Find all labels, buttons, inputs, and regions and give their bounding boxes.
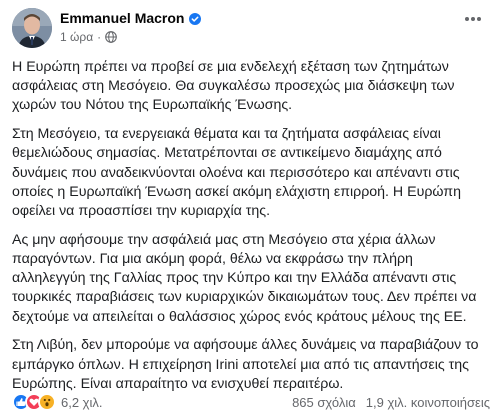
separator-dot: ·: [97, 30, 102, 44]
more-horizontal-icon: [464, 9, 482, 27]
more-options-button[interactable]: [459, 8, 487, 28]
post-paragraph: Στη Λιβύη, δεν μπορούμε να αφήσουμε άλλε…: [12, 337, 479, 392]
wow-icon: [38, 393, 56, 411]
globe-icon[interactable]: [105, 31, 117, 43]
post-header: Emmanuel Macron 1 ώρα ·: [12, 8, 487, 48]
reaction-count[interactable]: 6,2 χιλ.: [61, 395, 103, 410]
engagement-counts: 865 σχόλια 1,9 χιλ. κοινοποιήσεις: [292, 395, 490, 410]
post-paragraph: Στη Μεσόγειο, τα ενεργειακά θέματα και τ…: [12, 126, 461, 220]
post-meta: 1 ώρα ·: [60, 30, 117, 44]
shares-count[interactable]: 1,9 χιλ. κοινοποιήσεις: [366, 395, 490, 410]
post-footer: 6,2 χιλ. 865 σχόλια 1,9 χιλ. κοινοποιήσε…: [12, 392, 490, 412]
post-timestamp[interactable]: 1 ώρα: [60, 30, 93, 44]
author-line: Emmanuel Macron: [60, 10, 202, 26]
verified-badge-icon: [189, 12, 202, 25]
post-paragraph: Η Ευρώπη πρέπει να προβεί σε μια ενδελεχ…: [12, 59, 455, 114]
reactions-summary[interactable]: 6,2 χιλ.: [12, 393, 103, 411]
facebook-post: Emmanuel Macron 1 ώρα · Η Ευρώπη πρέπει …: [0, 0, 499, 420]
author-name[interactable]: Emmanuel Macron: [60, 10, 184, 26]
avatar[interactable]: [12, 8, 52, 48]
post-paragraph: Ας μην αφήσουμε την ασφάλειά μας στη Μεσ…: [12, 231, 477, 325]
comments-count[interactable]: 865 σχόλια: [292, 395, 356, 410]
post-body: Η Ευρώπη πρέπει να προβεί σε μια ενδελεχ…: [12, 58, 490, 404]
